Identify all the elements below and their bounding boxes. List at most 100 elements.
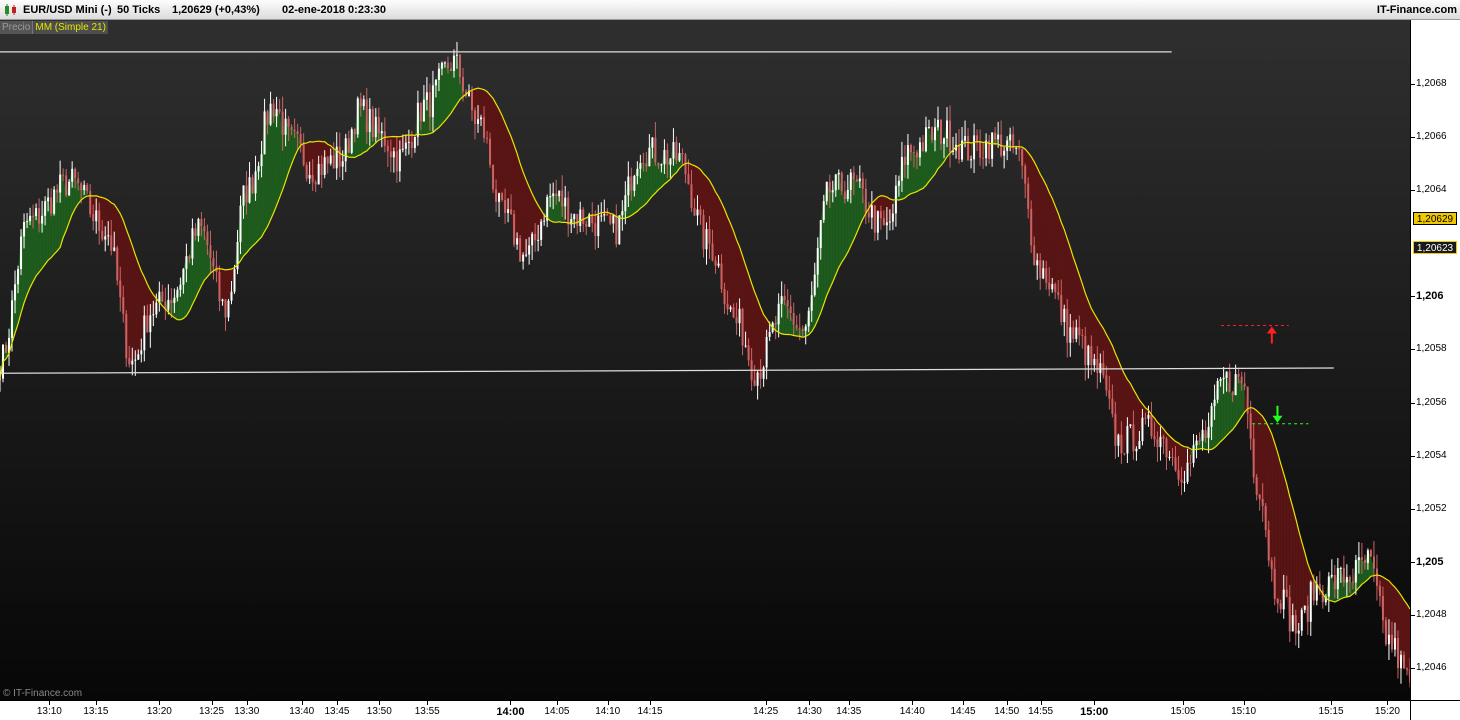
time-tick — [49, 701, 51, 705]
time-label: 14:00 — [496, 706, 525, 718]
candle-body — [693, 207, 696, 216]
candle-body — [933, 127, 936, 141]
indicator-legend: Precio MM (Simple 21) — [0, 21, 108, 34]
candle-body — [1069, 327, 1072, 343]
last-price-marker: 1,20629 — [1413, 212, 1457, 226]
candle-body — [1312, 581, 1315, 601]
candle-body — [1108, 390, 1111, 399]
candle-body — [98, 210, 101, 231]
time-tick — [211, 701, 213, 705]
time-label: 15:20 — [1374, 706, 1400, 717]
candle-body — [323, 157, 326, 175]
candle-body — [843, 191, 846, 200]
candle-body — [1141, 417, 1144, 442]
candle-body — [1243, 383, 1246, 387]
trading-chart-window: EUR/USD Mini (-) 50 Ticks 1,20629 (+0,43… — [0, 0, 1460, 720]
time-tick — [95, 701, 97, 705]
candle-body — [1066, 308, 1069, 343]
candle-body — [1075, 327, 1078, 339]
candle-body — [1360, 557, 1363, 560]
time-tick — [1094, 701, 1096, 705]
candle-body — [1222, 377, 1225, 380]
candle-body — [1030, 208, 1033, 246]
price-tick — [1411, 615, 1415, 616]
candle-body — [609, 215, 612, 224]
candle-body — [224, 299, 227, 318]
candle-body — [678, 153, 681, 161]
candle-body — [353, 129, 356, 135]
candle-body — [738, 308, 741, 324]
candle-body — [906, 145, 909, 165]
candle-body — [383, 131, 386, 146]
candle-body — [994, 132, 997, 140]
candle-body — [1003, 150, 1006, 156]
candle-body — [1339, 567, 1342, 569]
candle-body — [849, 172, 852, 190]
chart-datetime: 02-ene-2018 0:23:30 — [282, 4, 386, 16]
candle-body — [257, 166, 260, 172]
candle-body — [654, 137, 657, 163]
candle-body — [1405, 668, 1408, 670]
candle-body — [630, 176, 633, 191]
candle-body — [248, 177, 251, 203]
candle-body — [1372, 556, 1375, 569]
candle-body — [669, 158, 672, 165]
candle-body — [1255, 477, 1258, 495]
candle-body — [726, 304, 729, 310]
candle-body — [930, 127, 933, 141]
candle-body — [1336, 568, 1339, 590]
candle-body — [254, 171, 257, 194]
candle-body — [549, 196, 552, 198]
candle-body — [149, 315, 152, 333]
time-axis[interactable]: 13:10 13:15 13:20 13:25 13:30 13:40 13:45 13:50… — [0, 700, 1410, 720]
time-tick — [848, 701, 850, 705]
candle-body — [1033, 245, 1036, 266]
price-axis[interactable]: 1,2068 1,2066 1,2064 1,206 1,2058 1,2056 1,205… — [1410, 20, 1460, 700]
candle-body — [606, 213, 609, 216]
price-tick — [1411, 402, 1415, 404]
price-label: 1,2058 — [1416, 343, 1447, 355]
candle-body — [68, 181, 71, 196]
time-label: 14:05 — [544, 706, 570, 717]
candle-body — [585, 223, 588, 227]
candle-body — [332, 155, 335, 169]
candle-body — [1192, 445, 1195, 463]
candle-body — [458, 54, 461, 78]
candle-body — [1120, 434, 1123, 454]
candle-body — [338, 146, 341, 167]
candle-body — [783, 295, 786, 301]
price-tick — [1411, 190, 1415, 191]
candle-body — [979, 142, 982, 158]
last-quote: 1,20629 (+0,43%) — [172, 4, 260, 16]
candle-body — [639, 163, 642, 169]
legend-price[interactable]: Precio — [0, 21, 33, 34]
candle-body — [1162, 436, 1165, 439]
candle-body — [26, 221, 29, 223]
candle-body — [308, 174, 311, 179]
candle-body — [350, 129, 353, 153]
candle-body — [1345, 576, 1348, 583]
candle-body — [525, 254, 528, 256]
timeframe-label[interactable]: 50 Ticks — [117, 4, 160, 16]
time-label: 14:40 — [899, 706, 925, 717]
candle-body — [1039, 260, 1042, 279]
candle-body — [789, 306, 792, 313]
candle-body — [1186, 462, 1189, 482]
candle-body — [83, 184, 86, 191]
candle-body — [1237, 374, 1240, 377]
candle-body — [729, 307, 732, 310]
candle-body — [341, 161, 344, 167]
candle-body — [116, 247, 119, 281]
price-label: 1,2068 — [1416, 77, 1447, 89]
candle-body — [1129, 424, 1132, 427]
candle-body — [1147, 414, 1150, 419]
candle-body — [1309, 581, 1312, 622]
candle-body — [461, 77, 464, 92]
candle-body — [687, 174, 690, 185]
chart-title-bar: EUR/USD Mini (-) 50 Ticks 1,20629 (+0,43… — [0, 0, 1460, 20]
candle-body — [245, 185, 248, 203]
price-chart-area[interactable] — [0, 20, 1410, 700]
legend-moving-average[interactable]: MM (Simple 21) — [32, 21, 108, 34]
candle-body — [876, 211, 879, 233]
candle-body — [11, 300, 14, 338]
